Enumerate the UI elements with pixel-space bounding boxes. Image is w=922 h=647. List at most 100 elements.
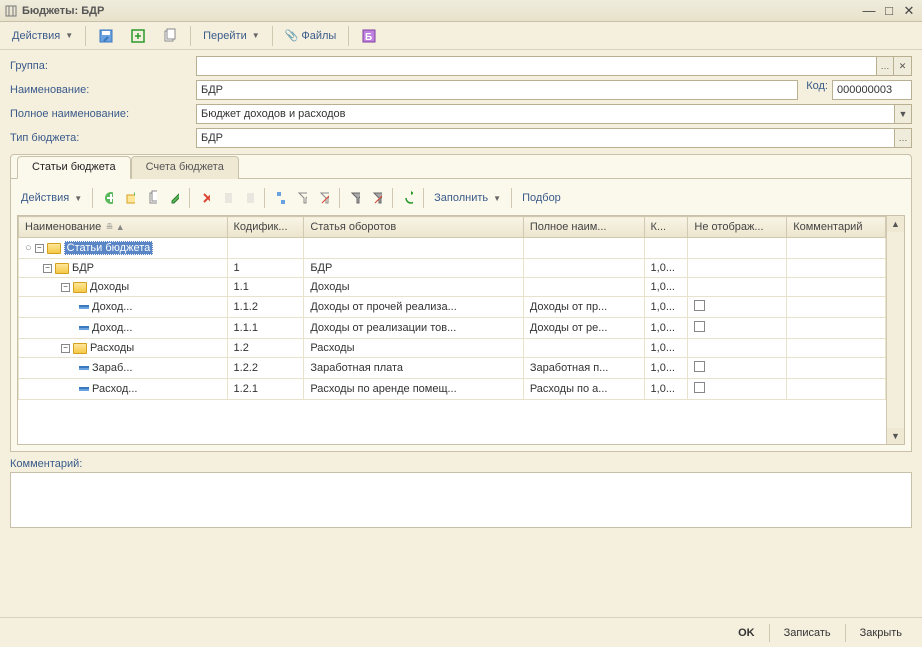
tab-budget-items[interactable]: Статьи бюджета [17,156,131,179]
column-header[interactable]: Статья оборотов [304,217,523,238]
group-select-button[interactable]: … [876,56,894,76]
table-row[interactable]: −БДР1БДР1,0... [19,259,886,278]
filter2-off-icon[interactable] [368,189,386,207]
report-icon-button[interactable]: Б [355,25,383,47]
column-header[interactable]: Не отображ... [688,217,787,238]
files-button-label: Файлы [301,30,336,42]
column-header[interactable]: К... [644,217,688,238]
table-row[interactable]: Зараб...1.2.2Заработная платаЗаработная … [19,358,886,379]
minimize-button[interactable]: — [860,3,878,19]
name-label: Наименование: [10,84,190,96]
code-label: Код: [806,80,828,100]
copy-icon-button[interactable] [156,25,184,47]
code-input[interactable]: 000000003 [832,80,912,100]
dropdown-icon: ▼ [493,194,501,203]
close-button[interactable]: ✕ [900,3,918,19]
item-icon [79,326,89,330]
fullname-input[interactable]: Бюджет доходов и расходов [196,104,894,124]
folder-icon [55,263,69,274]
fullname-dropdown-button[interactable]: ▼ [894,104,912,124]
scroll-up-icon[interactable]: ▲ [887,216,904,232]
save-button[interactable]: Записать [774,624,841,642]
column-header[interactable]: Полное наим... [523,217,644,238]
hierarchy-icon[interactable] [271,189,289,207]
edit-icon[interactable] [165,189,183,207]
group-clear-button[interactable]: ✕ [894,56,912,76]
type-select-button[interactable]: … [894,128,912,148]
row-name: Расход... [92,383,137,395]
filter2-icon[interactable] [346,189,364,207]
main-toolbar: Действия ▼ Перейти ▼ 📎 Файлы Б [0,22,922,50]
item-icon [79,387,89,391]
folder-icon [47,243,61,254]
column-header[interactable]: Комментарий [787,217,886,238]
table-row[interactable]: Доход...1.1.2Доходы от прочей реализа...… [19,297,886,318]
row-name: Доходы [90,281,129,293]
table-row[interactable]: Расход...1.2.1Расходы по аренде помещ...… [19,379,886,400]
actions-menu[interactable]: Действия ▼ [6,25,79,47]
fill-label: Заполнить [434,192,488,204]
name-input[interactable]: БДР [196,80,798,100]
refresh-icon-button[interactable] [124,25,152,47]
tree-toggle-icon[interactable]: − [61,344,70,353]
comment-label: Комментарий: [10,458,912,470]
goto-menu[interactable]: Перейти ▼ [197,25,266,47]
row-name: Зараб... [92,362,132,374]
row-name: БДР [72,262,94,274]
select-button[interactable]: Подбор [518,187,565,209]
row-name: Доход... [92,301,132,313]
table-row[interactable]: −Расходы1.2Расходы1,0... [19,339,886,358]
dropdown-icon: ▼ [74,194,82,203]
column-header[interactable]: Наименование ≞ ▲ [19,217,228,238]
filter-icon[interactable] [293,189,311,207]
folder-icon [73,343,87,354]
delete-icon[interactable] [196,189,214,207]
grid-actions-menu[interactable]: Действия ▼ [17,187,86,209]
tree-toggle-icon[interactable]: − [43,264,52,273]
table-row[interactable]: −Доходы1.1Доходы1,0... [19,278,886,297]
copy-row-icon[interactable] [143,189,161,207]
grid-actions-label: Действия [21,192,69,204]
add-icon[interactable] [99,189,117,207]
dropdown-icon: ▼ [65,31,73,40]
grid-scrollbar[interactable]: ▲ ▼ [886,216,904,444]
table-row[interactable]: Доход...1.1.1Доходы от реализации тов...… [19,318,886,339]
maximize-button[interactable]: □ [880,3,898,19]
footer-buttons: OK Записать Закрыть [0,617,922,647]
scroll-down-icon[interactable]: ▼ [887,428,904,444]
folder-icon [73,282,87,293]
form-area: Группа: … ✕ Наименование: БДР Код: 00000… [0,50,922,532]
close-form-button[interactable]: Закрыть [850,624,912,642]
grid-toolbar: Действия ▼ [17,185,905,215]
hide-checkbox[interactable] [694,382,705,393]
tree-toggle-icon[interactable]: − [61,283,70,292]
svg-text:Б: Б [365,32,372,43]
row-name: Статьи бюджета [64,241,154,255]
hide-checkbox[interactable] [694,300,705,311]
fill-menu[interactable]: Заполнить ▼ [430,187,505,209]
row-name: Расходы [90,342,134,354]
paperclip-icon: 📎 [285,29,299,42]
table-row[interactable]: ○−Статьи бюджета [19,238,886,259]
refresh-icon[interactable] [399,189,417,207]
comment-input[interactable] [10,472,912,528]
row-name: Доход... [92,322,132,334]
item-icon [79,366,89,370]
fullname-label: Полное наименование: [10,108,190,120]
files-button[interactable]: 📎 Файлы [279,25,343,47]
item-icon [79,305,89,309]
dropdown-icon: ▼ [252,31,260,40]
filter-off-icon[interactable] [315,189,333,207]
group-input[interactable] [196,56,876,76]
column-header[interactable]: Кодифик... [227,217,304,238]
add-group-icon[interactable] [121,189,139,207]
hide-checkbox[interactable] [694,361,705,372]
hide-checkbox[interactable] [694,321,705,332]
tab-budget-accounts[interactable]: Счета бюджета [131,156,239,179]
tab-strip: Статьи бюджета Счета бюджета [11,155,911,179]
ok-button[interactable]: OK [728,624,765,642]
save-icon-button[interactable] [92,25,120,47]
titlebar: Бюджеты: БДР — □ ✕ [0,0,922,22]
tree-toggle-icon[interactable]: − [35,244,44,253]
type-input[interactable]: БДР [196,128,894,148]
